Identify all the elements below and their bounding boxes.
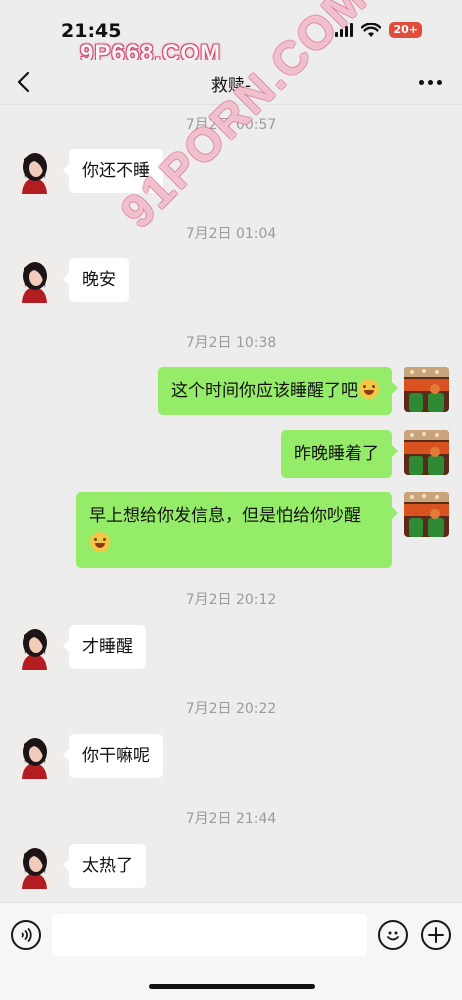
contact-avatar[interactable]: [12, 625, 57, 670]
my-avatar[interactable]: [404, 492, 449, 537]
timestamp: 7月2日 20:12: [185, 592, 277, 608]
incoming-message[interactable]: 你干嘛呢: [63, 734, 163, 778]
message-input[interactable]: [52, 914, 367, 956]
incoming-message[interactable]: 太热了: [63, 844, 146, 888]
smile-icon[interactable]: [378, 920, 408, 950]
contact-avatar[interactable]: [12, 734, 57, 779]
laughing-tears-emoji-icon: [359, 379, 379, 399]
message-list[interactable]: 7月2日 00:57 你还不睡 7月2日 01:04 晚安 7月2日 10:38…: [0, 105, 462, 902]
outgoing-message[interactable]: 昨晚睡着了: [281, 430, 398, 478]
contact-avatar[interactable]: [12, 258, 57, 303]
rolling-laughing-emoji-icon: [90, 532, 110, 552]
my-avatar[interactable]: [404, 430, 449, 475]
incoming-message[interactable]: 才睡醒: [63, 625, 146, 669]
signal-icon: [335, 23, 354, 37]
battery-icon: 20+: [389, 22, 422, 38]
status-icons: 20+: [335, 22, 422, 38]
plus-icon[interactable]: [421, 920, 451, 950]
timestamp: 7月2日 10:38: [185, 335, 277, 351]
status-bar: 21:45 20+: [0, 0, 462, 60]
home-indicator[interactable]: [149, 984, 315, 989]
incoming-message[interactable]: 你还不睡: [63, 149, 163, 193]
nav-bar: 救赎-: [0, 60, 462, 105]
outgoing-message[interactable]: 早上想给你发信息，但是怕给你吵醒: [76, 492, 398, 568]
my-avatar[interactable]: [404, 367, 449, 412]
status-time: 21:45: [61, 20, 122, 42]
contact-avatar[interactable]: [12, 844, 57, 889]
timestamp: 7月2日 00:57: [185, 117, 277, 133]
outgoing-message[interactable]: 这个时间你应该睡醒了吧: [158, 367, 398, 415]
timestamp: 7月2日 21:44: [185, 811, 277, 827]
contact-avatar[interactable]: [12, 149, 57, 194]
voice-icon[interactable]: [11, 920, 41, 950]
timestamp: 7月2日 01:04: [185, 226, 277, 242]
timestamp: 7月2日 20:22: [185, 701, 277, 717]
wifi-icon: [361, 22, 382, 38]
chat-title: 救赎-: [210, 76, 252, 96]
ellipsis-icon[interactable]: [419, 80, 442, 85]
incoming-message[interactable]: 晚安: [63, 258, 129, 302]
